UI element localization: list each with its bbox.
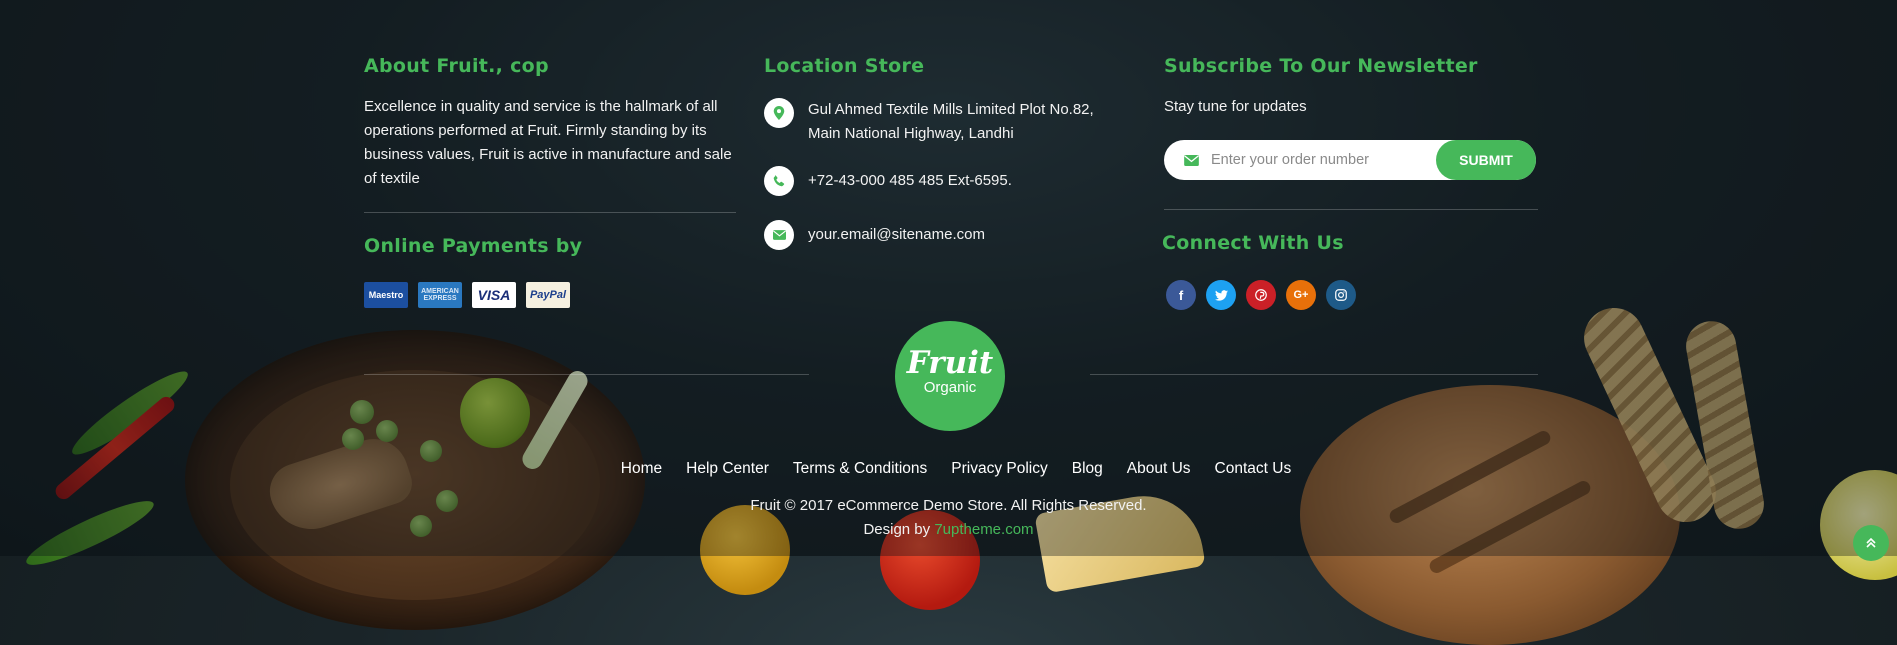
address-line-2: Main National Highway, Landhi <box>808 125 1014 142</box>
pinterest-icon[interactable] <box>1246 280 1276 310</box>
nav-terms[interactable]: Terms & Conditions <box>793 460 927 478</box>
social-links: f G+ <box>1166 280 1356 310</box>
instagram-icon[interactable] <box>1326 280 1356 310</box>
submit-button[interactable]: SUBMIT <box>1436 140 1536 180</box>
email-row: your.email@sitename.com <box>764 220 985 250</box>
payments-title: Online Payments by <box>364 235 583 257</box>
email-text[interactable]: your.email@sitename.com <box>808 220 985 247</box>
newsletter-subtitle: Stay tune for updates <box>1164 98 1307 115</box>
divider <box>1090 374 1538 375</box>
facebook-icon[interactable]: f <box>1166 280 1196 310</box>
nav-privacy[interactable]: Privacy Policy <box>951 460 1047 478</box>
phone-row: +72-43-000 485 485 Ext-6595. <box>764 166 1012 196</box>
logo-sub-text: Organic <box>923 379 977 396</box>
pea-decoration <box>350 400 374 424</box>
divider <box>364 212 736 213</box>
cutting-board-inner <box>230 370 600 600</box>
envelope-icon <box>1184 154 1199 166</box>
divider <box>364 374 809 375</box>
order-number-input[interactable] <box>1209 151 1423 169</box>
bread-decoration <box>1300 385 1680 645</box>
chili-decoration <box>52 393 178 503</box>
leaf-decoration <box>65 362 195 464</box>
location-title: Location Store <box>764 55 925 77</box>
lemongrass-decoration <box>518 367 592 473</box>
nav-help-center[interactable]: Help Center <box>686 460 769 478</box>
connect-title: Connect With Us <box>1162 232 1344 254</box>
newsletter-title: Subscribe To Our Newsletter <box>1164 55 1478 77</box>
phone-icon <box>764 166 794 196</box>
visa-card-icon: VISA <box>472 282 516 308</box>
pea-decoration <box>342 428 364 450</box>
credit-prefix: Design by <box>863 521 935 538</box>
address-row: Gul Ahmed Textile Mills Limited Plot No.… <box>764 98 1094 146</box>
nav-home[interactable]: Home <box>621 460 662 478</box>
footer-nav: Home Help Center Terms & Conditions Priv… <box>0 460 1897 478</box>
about-text: Excellence in quality and service is the… <box>364 98 732 187</box>
nav-about-us[interactable]: About Us <box>1127 460 1191 478</box>
amex-card-icon: AMERICAN EXPRESS <box>418 282 462 308</box>
nav-blog[interactable]: Blog <box>1072 460 1103 478</box>
credit-link[interactable]: 7uptheme.com <box>934 521 1033 538</box>
double-chevron-up-icon <box>1865 537 1877 549</box>
nav-contact-us[interactable]: Contact Us <box>1215 460 1292 478</box>
copyright-text: Fruit © 2017 eCommerce Demo Store. All R… <box>750 497 1147 514</box>
maestro-card-icon: Maestro <box>364 282 408 308</box>
lime-decoration <box>460 378 530 448</box>
address-text: Gul Ahmed Textile Mills Limited Plot No.… <box>808 98 1094 146</box>
envelope-icon <box>764 220 794 250</box>
pea-decoration <box>376 420 398 442</box>
divider <box>1164 209 1538 210</box>
address-line-1: Gul Ahmed Textile Mills Limited Plot No.… <box>808 101 1094 118</box>
pea-decoration <box>420 440 442 462</box>
cutting-board-decoration <box>185 330 645 630</box>
yellow-pepper-decoration <box>700 505 790 595</box>
paypal-card-icon: PayPal <box>526 282 570 308</box>
map-marker-icon <box>764 98 794 128</box>
logo-main-text: Fruit <box>906 345 994 381</box>
newsletter-form: SUBMIT <box>1164 140 1536 180</box>
fruit-logo[interactable]: Fruit Organic <box>895 321 1005 431</box>
payment-cards: Maestro AMERICAN EXPRESS VISA PayPal <box>364 282 570 308</box>
about-title: About Fruit., cop <box>364 55 549 77</box>
google-plus-icon[interactable]: G+ <box>1286 280 1316 310</box>
design-credit: Design by 7uptheme.com <box>0 521 1897 538</box>
twitter-icon[interactable] <box>1206 280 1236 310</box>
phone-text: +72-43-000 485 485 Ext-6595. <box>808 172 1012 189</box>
